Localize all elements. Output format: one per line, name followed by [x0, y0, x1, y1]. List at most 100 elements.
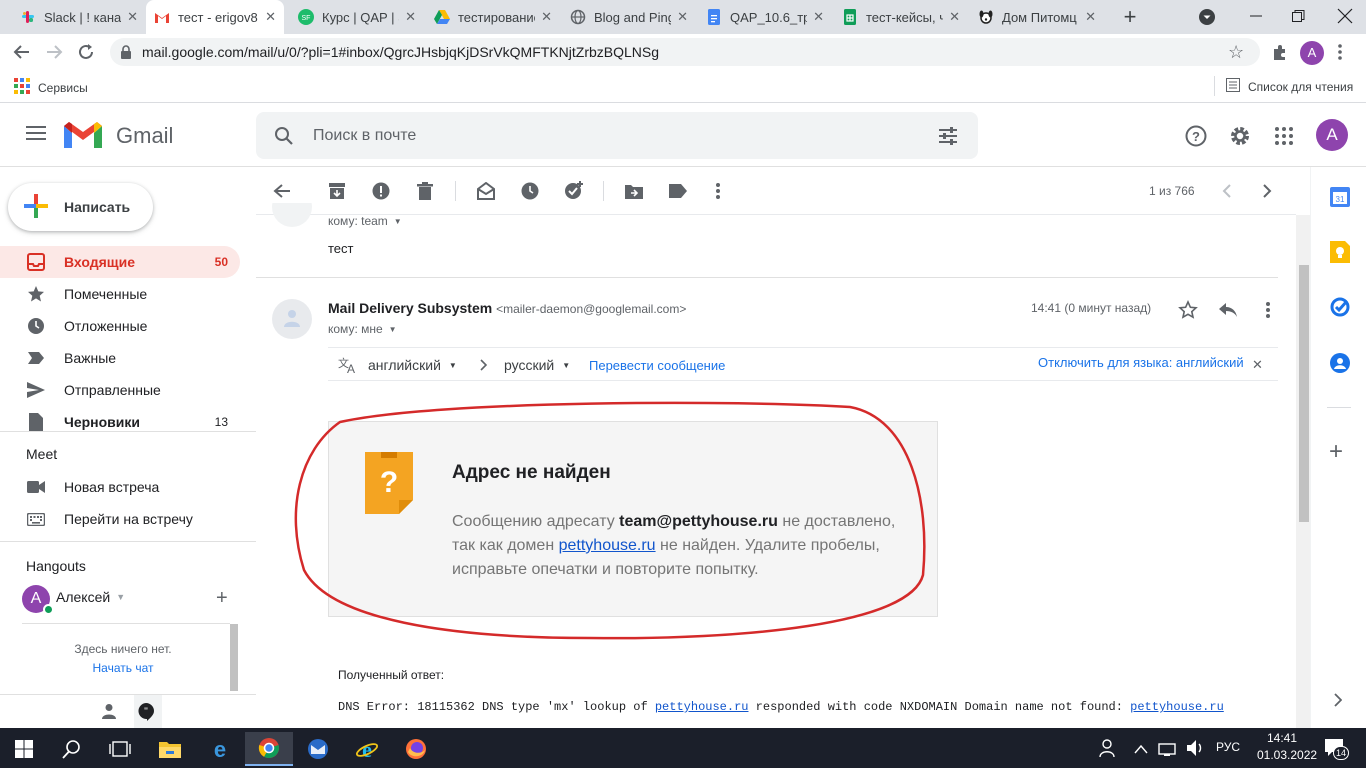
tab-slack[interactable]: Slack | ! канал ✕	[12, 0, 146, 34]
tab-drive[interactable]: тестирование ✕	[426, 0, 560, 34]
reload-icon[interactable]	[76, 42, 96, 65]
search-bar[interactable]: Поиск в почте	[256, 112, 978, 159]
internet-explorer-icon[interactable]: e	[343, 732, 391, 766]
report-spam-icon[interactable]	[369, 179, 393, 203]
delete-trash-icon[interactable]	[413, 179, 437, 203]
new-tab-button[interactable]: +	[1118, 5, 1142, 29]
snooze-clock-icon[interactable]	[518, 179, 542, 203]
google-tasks-icon[interactable]	[1330, 297, 1350, 320]
star-bookmark-icon[interactable]: ☆	[1228, 42, 1244, 63]
back-to-inbox-icon[interactable]	[270, 179, 294, 203]
archive-icon[interactable]	[325, 179, 349, 203]
source-language-select[interactable]: английский ▼	[368, 357, 457, 373]
google-keep-icon[interactable]	[1330, 241, 1350, 266]
sidebar-item-inbox[interactable]: Входящие 50	[0, 246, 240, 278]
input-language[interactable]: РУС	[1216, 740, 1240, 754]
hangouts-scrollbar[interactable]	[230, 624, 238, 691]
sidebar-item-important[interactable]: Важные	[0, 342, 240, 374]
reading-list-button[interactable]: Список для чтения	[1226, 78, 1353, 95]
compose-button[interactable]: Написать	[8, 183, 153, 231]
message-more-icon[interactable]	[1266, 301, 1270, 322]
close-window-icon[interactable]	[1334, 5, 1356, 27]
close-tab-icon[interactable]: ✕	[949, 9, 960, 25]
translate-message-link[interactable]: Перевести сообщение	[589, 358, 725, 373]
reply-icon[interactable]	[1218, 302, 1238, 321]
tab-course[interactable]: SF Курс | QAP | S ✕	[290, 0, 424, 34]
close-tab-icon[interactable]: ✕	[677, 9, 688, 25]
new-meeting-item[interactable]: Новая встреча	[0, 471, 240, 503]
scrollbar-thumb[interactable]	[1299, 265, 1309, 522]
help-icon[interactable]: ?	[1185, 125, 1207, 150]
start-chat-link[interactable]: Начать чат	[22, 661, 224, 675]
google-apps-icon[interactable]	[1275, 127, 1293, 148]
sidebar-item-sent[interactable]: Отправленные	[0, 374, 240, 406]
dns-domain-link-1[interactable]: pettyhouse.ru	[655, 700, 749, 714]
google-calendar-icon[interactable]: 31	[1330, 187, 1350, 210]
minimize-icon[interactable]	[1246, 6, 1266, 26]
get-addons-plus-icon[interactable]: +	[1329, 440, 1343, 464]
tab-petshop[interactable]: Дом Питомц ✕	[970, 0, 1104, 34]
expand-panel-chevron-icon[interactable]	[1334, 693, 1343, 710]
browser-menu-icon[interactable]	[1338, 42, 1342, 62]
disable-translate-link[interactable]: Отключить для языка: английский	[1038, 355, 1244, 370]
add-chat-icon[interactable]: +	[216, 588, 228, 608]
edge-browser-icon[interactable]: e	[196, 732, 244, 766]
dns-domain-link-2[interactable]: pettyhouse.ru	[1130, 700, 1224, 714]
settings-gear-icon[interactable]	[1229, 125, 1251, 150]
taskbar-search-icon[interactable]	[48, 732, 96, 766]
more-actions-icon[interactable]	[706, 179, 730, 203]
close-tab-icon[interactable]: ✕	[1085, 9, 1096, 25]
account-avatar[interactable]: A	[1316, 119, 1348, 151]
address-bar[interactable]: mail.google.com/mail/u/0/?pli=1#inbox/Qg…	[110, 38, 1260, 66]
add-to-tasks-icon[interactable]	[562, 179, 586, 203]
extensions-puzzle-icon[interactable]	[1270, 42, 1290, 65]
people-icon[interactable]	[1098, 739, 1116, 760]
browser-profile-avatar[interactable]: A	[1300, 41, 1324, 65]
back-arrow-icon[interactable]	[12, 42, 32, 65]
gmail-logo-icon[interactable]	[64, 122, 102, 153]
tab-search-icon[interactable]	[1198, 8, 1216, 26]
mark-unread-icon[interactable]	[474, 179, 498, 203]
sidebar-item-drafts[interactable]: Черновики 13	[0, 406, 240, 438]
sender-avatar[interactable]	[272, 299, 312, 339]
main-scrollbar[interactable]	[1296, 215, 1310, 728]
tab-docs[interactable]: QAP_10.6_тре ✕	[698, 0, 832, 34]
tab-gmail[interactable]: тест - erigov8 ✕	[146, 0, 284, 34]
firefox-icon[interactable]	[392, 732, 440, 766]
sender-name[interactable]: Mail Delivery Subsystem	[328, 300, 492, 316]
tab-blog[interactable]: Blog and Ping ✕	[562, 0, 696, 34]
contacts-person-icon[interactable]	[101, 703, 117, 722]
close-tab-icon[interactable]: ✕	[405, 9, 416, 25]
close-tab-icon[interactable]: ✕	[127, 9, 138, 25]
windows-start-icon[interactable]	[0, 732, 48, 766]
file-explorer-icon[interactable]	[146, 732, 194, 766]
chrome-taskbar-icon[interactable]	[245, 732, 293, 766]
forward-arrow-icon[interactable]	[44, 42, 64, 65]
bounce-domain-link[interactable]: pettyhouse.ru	[559, 537, 656, 554]
google-contacts-icon[interactable]	[1330, 353, 1350, 376]
hangouts-quote-icon[interactable]: "	[138, 703, 154, 724]
search-icon[interactable]	[274, 126, 294, 149]
thunderbird-icon[interactable]	[294, 732, 342, 766]
join-meeting-item[interactable]: Перейти на встречу	[0, 503, 240, 535]
close-tab-icon[interactable]: ✕	[265, 9, 276, 25]
volume-icon[interactable]	[1186, 739, 1206, 760]
restore-icon[interactable]	[1288, 6, 1308, 26]
show-hidden-icons-chevron[interactable]	[1134, 741, 1148, 757]
sidebar-item-snoozed[interactable]: Отложенные	[0, 310, 240, 342]
older-chevron-right-icon[interactable]	[1262, 183, 1272, 202]
sidebar-item-starred[interactable]: Помеченные	[0, 278, 240, 310]
prev-recipients[interactable]: кому: team ▼	[328, 214, 402, 228]
label-tag-icon[interactable]	[666, 179, 690, 203]
newer-chevron-left-icon[interactable]	[1222, 183, 1232, 202]
move-to-icon[interactable]	[622, 179, 646, 203]
task-view-icon[interactable]	[96, 732, 144, 766]
star-message-icon[interactable]	[1178, 300, 1198, 323]
close-tab-icon[interactable]: ✕	[541, 9, 552, 25]
network-icon[interactable]	[1158, 740, 1176, 759]
taskbar-clock[interactable]: 14:41 01.03.2022	[1257, 730, 1317, 764]
close-translate-icon[interactable]: ✕	[1252, 357, 1263, 373]
close-tab-icon[interactable]: ✕	[813, 9, 824, 25]
hangouts-user[interactable]: Алексей ▼	[56, 589, 125, 605]
recipients[interactable]: кому: мне ▼	[328, 322, 397, 336]
